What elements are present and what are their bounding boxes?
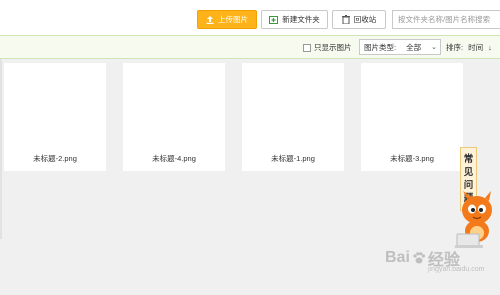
image-thumbnail[interactable] bbox=[242, 63, 344, 145]
image-name: 未标题-3.png bbox=[390, 154, 434, 163]
filter-bar: 只显示图片 图片类型: 全部 ⌄ 排序: 时间 ↓ bbox=[0, 35, 500, 59]
left-divider bbox=[0, 59, 2, 239]
upload-label: 上传图片 bbox=[218, 15, 248, 24]
image-card[interactable]: 未标题-1.png bbox=[242, 63, 344, 171]
image-type-value: 全部 bbox=[406, 42, 422, 52]
image-card[interactable]: 未标题-3.png bbox=[361, 63, 463, 171]
sort-value[interactable]: 时间 bbox=[468, 42, 483, 53]
upload-icon bbox=[206, 15, 214, 24]
faq-char: 常 bbox=[463, 154, 474, 165]
new-folder-label: 新建文件夹 bbox=[282, 15, 320, 24]
watermark-url: jingyan.baidu.com bbox=[428, 266, 485, 273]
trash-icon bbox=[341, 15, 350, 24]
watermark-brand: Bai bbox=[385, 249, 410, 266]
search-input[interactable] bbox=[392, 10, 500, 29]
image-type-select[interactable]: 图片类型: 全部 ⌄ bbox=[359, 39, 441, 55]
sort-control[interactable]: 排序: 时间 ↓ bbox=[446, 42, 492, 53]
new-folder-button[interactable]: 新建文件夹 bbox=[261, 10, 328, 29]
image-type-label: 图片类型: bbox=[364, 42, 397, 52]
image-card[interactable]: 未标题-2.png bbox=[4, 63, 106, 171]
paw-icon bbox=[413, 252, 425, 264]
recycle-label: 回收站 bbox=[353, 15, 377, 24]
only-images-label: 只显示图片 bbox=[314, 43, 352, 52]
image-thumbnail[interactable] bbox=[361, 63, 463, 145]
image-name: 未标题-4.png bbox=[152, 154, 196, 163]
image-thumbnail[interactable] bbox=[4, 63, 106, 145]
recycle-bin-button[interactable]: 回收站 bbox=[332, 10, 386, 29]
add-folder-icon bbox=[269, 15, 279, 24]
faq-char: 见 bbox=[463, 167, 474, 178]
baidu-jingyan-watermark: Bai 经验 jingyan.baidu.com bbox=[385, 246, 484, 273]
only-images-checkbox[interactable] bbox=[303, 43, 311, 52]
sort-label: 排序: bbox=[446, 43, 464, 52]
image-name: 未标题-2.png bbox=[33, 154, 77, 163]
image-thumbnail[interactable] bbox=[123, 63, 225, 145]
sort-arrow-icon[interactable]: ↓ bbox=[488, 43, 492, 52]
image-card[interactable]: 未标题-4.png bbox=[123, 63, 225, 171]
image-name: 未标题-1.png bbox=[271, 154, 315, 163]
chevron-down-icon: ⌄ bbox=[431, 44, 437, 51]
top-toolbar: 上传图片 新建文件夹 回收站 bbox=[0, 0, 500, 35]
upload-image-button[interactable]: 上传图片 bbox=[197, 10, 257, 29]
mascot-icon[interactable] bbox=[455, 190, 500, 252]
only-images-toggle[interactable]: 只显示图片 bbox=[303, 42, 352, 53]
